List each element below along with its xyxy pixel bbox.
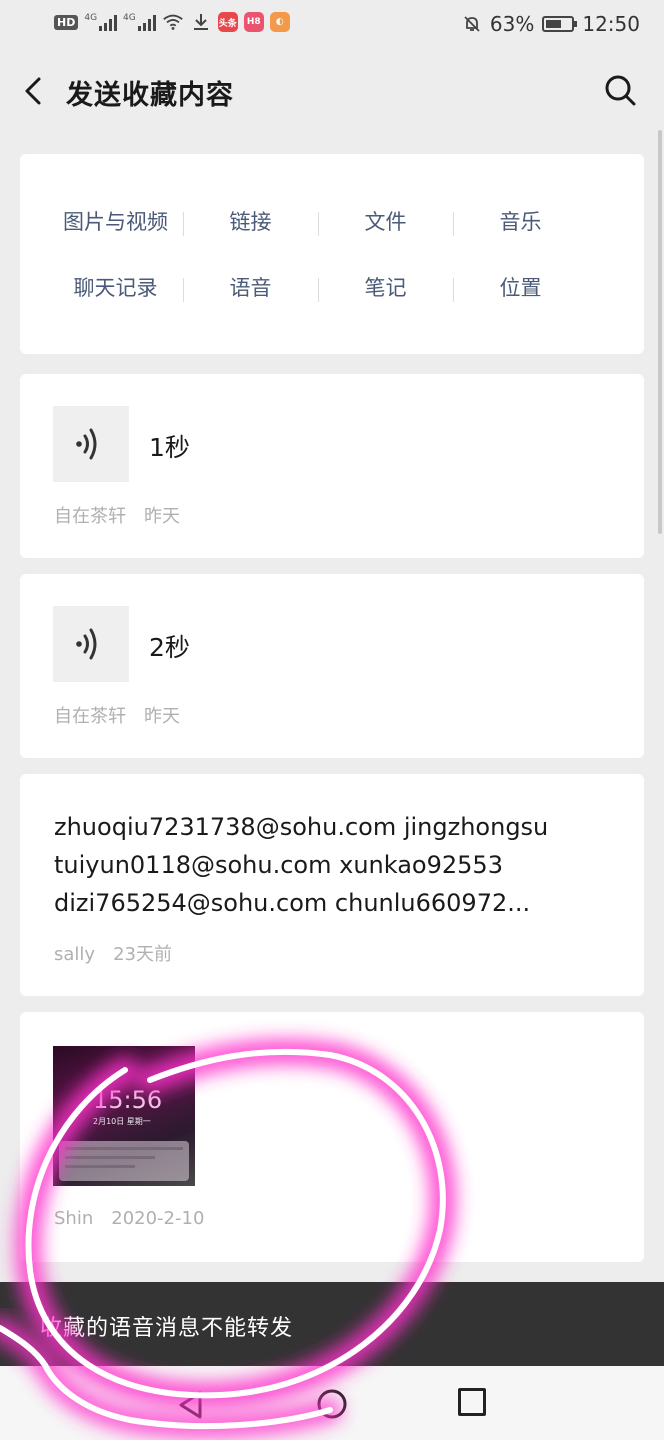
category-chat-history[interactable]: 聊天记录 — [48, 268, 183, 334]
hd-badge: HD — [54, 14, 79, 30]
signal-type-1: 4G — [84, 13, 98, 23]
nav-home-icon[interactable] — [316, 1388, 348, 1420]
toast-message: 收藏的语音消息不能转发 — [40, 1316, 294, 1341]
category-grid: 图片与视频 链接 文件 音乐 聊天记录 语音 笔记 位置 — [20, 202, 644, 334]
item-source: 自在茶轩 — [54, 506, 126, 527]
text-line-1: zhuoqiu7231738@sohu.com jingzhongsu — [54, 813, 549, 841]
status-left: HD 4G 4G 头条 H8 ◐ — [54, 12, 290, 32]
category-files[interactable]: 文件 — [318, 202, 453, 268]
app-badge-3: ◐ — [269, 12, 290, 32]
toast: 收藏的语音消息不能转发 — [0, 1282, 664, 1366]
back-arrow-icon[interactable] — [14, 71, 54, 111]
status-bar: HD 4G 4G 头条 H8 ◐ 63% 12:50 — [0, 0, 664, 52]
voice-duration: 2秒 — [149, 633, 190, 662]
signal-icon-1: 4G — [84, 13, 118, 31]
thumb-clock: 15:56 — [93, 1086, 163, 1114]
category-notes[interactable]: 笔记 — [318, 268, 453, 334]
item-source: Shin — [54, 1208, 94, 1229]
text-preview: zhuoqiu7231738@sohu.com jingzhongsu tuiy… — [54, 808, 614, 922]
scrollbar[interactable] — [658, 130, 662, 534]
image-thumbnail: 15:56 2月10日 星期一 — [53, 1046, 195, 1186]
category-music[interactable]: 音乐 — [453, 202, 588, 268]
battery-fill — [546, 20, 562, 28]
item-source: sally — [54, 944, 96, 965]
item-source: 自在茶轩 — [54, 706, 126, 727]
favorite-item-text[interactable]: zhuoqiu7231738@sohu.com jingzhongsu tuiy… — [20, 774, 644, 996]
app-badge-2: H8 — [243, 12, 264, 32]
hd-text: HD — [57, 15, 76, 29]
item-time: 2020-2-10 — [111, 1208, 205, 1229]
category-row-1: 图片与视频 链接 文件 音乐 — [20, 202, 644, 268]
item-meta: 自在茶轩 昨天 — [54, 702, 180, 728]
battery-percent: 63% — [489, 12, 535, 36]
item-time: 昨天 — [144, 706, 180, 727]
system-nav-bar — [0, 1366, 664, 1440]
favorite-item-image[interactable]: 15:56 2月10日 星期一 Shin 2020-2-10 — [20, 1012, 644, 1262]
item-time: 23天前 — [113, 944, 172, 965]
text-line-3: dizi765254@sohu.com chunlu660972... — [54, 889, 531, 917]
category-filter-card: 图片与视频 链接 文件 音乐 聊天记录 语音 笔记 位置 — [20, 154, 644, 354]
voice-icon — [76, 428, 97, 460]
signal-type-2: 4G — [123, 13, 136, 23]
category-images-videos[interactable]: 图片与视频 — [48, 202, 183, 268]
voice-icon — [76, 628, 97, 660]
thumb-notification — [59, 1141, 189, 1181]
category-voice[interactable]: 语音 — [183, 268, 318, 334]
item-meta: Shin 2020-2-10 — [54, 1208, 204, 1229]
category-location[interactable]: 位置 — [453, 268, 588, 334]
search-icon[interactable] — [602, 72, 638, 108]
page-title: 发送收藏内容 — [66, 80, 234, 111]
item-meta: sally 23天前 — [54, 940, 172, 966]
voice-thumbnail — [53, 606, 129, 682]
item-meta: 自在茶轩 昨天 — [54, 502, 180, 528]
category-links[interactable]: 链接 — [183, 202, 318, 268]
battery-icon — [542, 16, 578, 32]
mute-bell-icon — [464, 16, 480, 32]
clock: 12:50 — [582, 12, 640, 36]
item-time: 昨天 — [144, 506, 180, 527]
nav-recent-icon[interactable] — [458, 1388, 486, 1416]
thumb-date: 2月10日 星期一 — [93, 1117, 151, 1126]
download-icon — [193, 14, 208, 30]
voice-thumbnail — [53, 406, 129, 482]
text-line-2: tuiyun0118@sohu.com xunkao92553 — [54, 851, 503, 879]
favorite-item-voice-1[interactable]: 1秒 自在茶轩 昨天 — [20, 374, 644, 558]
category-row-2: 聊天记录 语音 笔记 位置 — [20, 268, 644, 334]
status-right: 63% 12:50 — [462, 12, 640, 36]
top-nav: 发送收藏内容 — [0, 52, 664, 130]
nav-back-icon[interactable] — [176, 1390, 206, 1420]
toutiao-badge: 头条 — [217, 12, 238, 32]
signal-icon-2: 4G — [123, 13, 156, 31]
wifi-icon — [163, 14, 183, 30]
voice-duration: 1秒 — [149, 433, 190, 462]
favorite-item-voice-2[interactable]: 2秒 自在茶轩 昨天 — [20, 574, 644, 758]
